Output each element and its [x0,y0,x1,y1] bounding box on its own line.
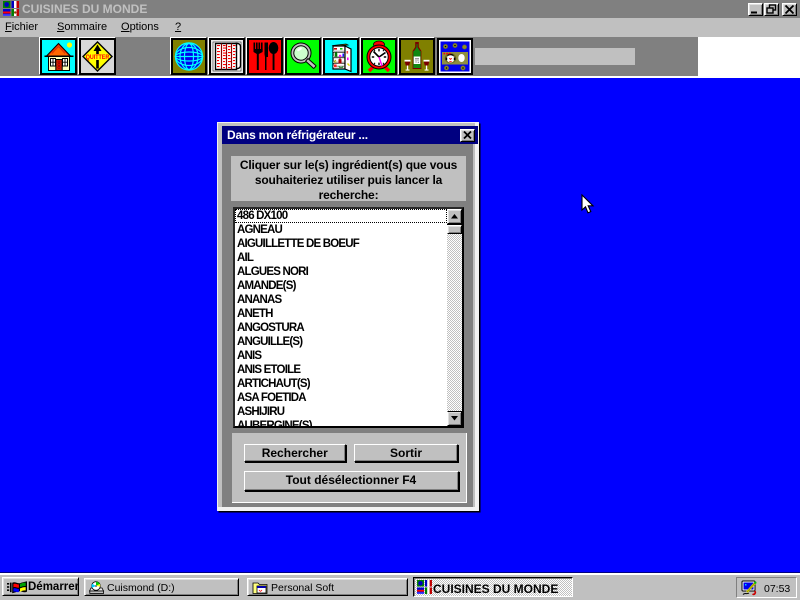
svg-text:QUITTER: QUITTER [86,55,110,61]
